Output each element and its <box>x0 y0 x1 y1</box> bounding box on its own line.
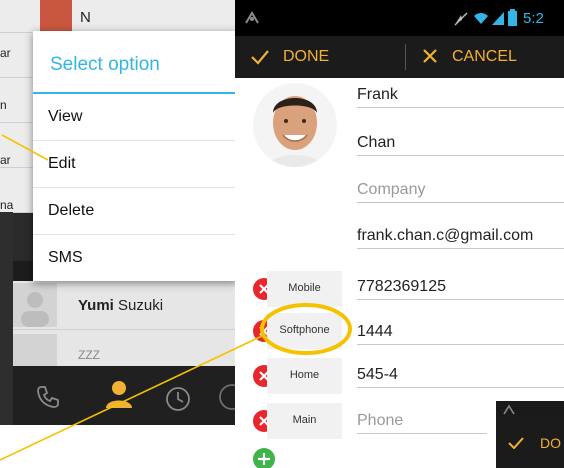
callout-line-edit <box>1 134 49 161</box>
highlight-ellipse-softphone <box>260 303 352 355</box>
callout-line-softphone <box>0 335 263 461</box>
annotation-overlay <box>0 134 352 461</box>
